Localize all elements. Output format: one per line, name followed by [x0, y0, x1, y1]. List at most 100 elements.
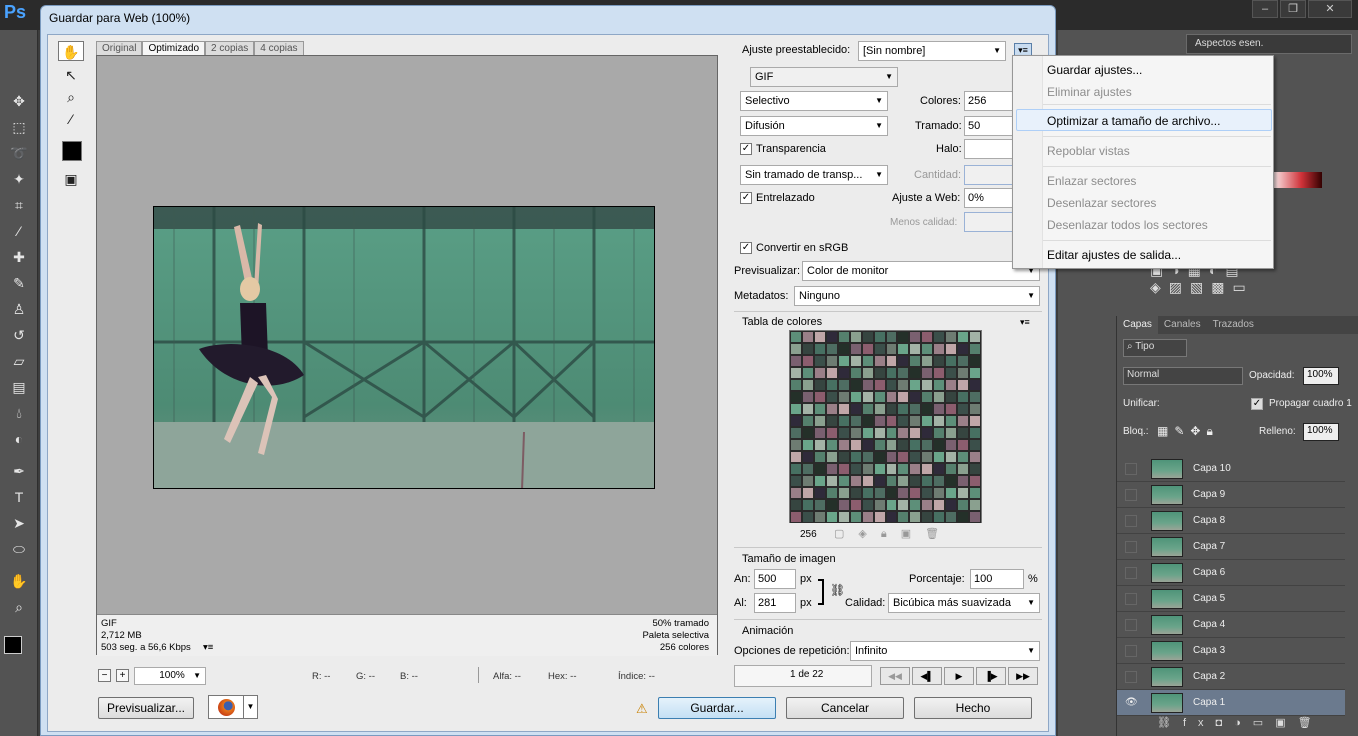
color-swatch[interactable]: [969, 331, 981, 343]
color-swatch[interactable]: [813, 487, 826, 499]
preset-select[interactable]: [Sin nombre]: [858, 41, 1006, 61]
color-swatch[interactable]: [849, 439, 862, 451]
color-swatch[interactable]: [933, 331, 946, 343]
zoom-out-button[interactable]: −: [98, 669, 111, 682]
blur-tool-icon[interactable]: 💧︎: [6, 402, 32, 424]
menu-item-desenlazar-sectores[interactable]: Desenlazar sectores: [1047, 196, 1156, 210]
color-swatch[interactable]: [790, 499, 802, 511]
color-swatch[interactable]: [885, 355, 898, 367]
color-swatch[interactable]: [909, 331, 922, 343]
layer-row[interactable]: Capa 10: [1117, 456, 1345, 482]
menu-item-optimizar[interactable]: Optimizar a tamaño de archivo...: [1047, 114, 1220, 128]
color-swatch[interactable]: [837, 487, 850, 499]
color-swatch[interactable]: [933, 475, 946, 487]
color-swatch[interactable]: [945, 427, 958, 439]
color-swatch[interactable]: [897, 427, 910, 439]
color-swatch[interactable]: [873, 367, 886, 379]
browser-select[interactable]: ▼: [208, 695, 258, 719]
color-table-icons[interactable]: ▢◈🔒︎▣🗑︎: [834, 527, 953, 541]
marquee-tool-icon[interactable]: ⬚: [6, 116, 32, 138]
color-swatch[interactable]: [921, 511, 934, 523]
lock-icons[interactable]: ▦✎✥🔒︎: [1157, 424, 1219, 439]
color-swatch[interactable]: [790, 463, 802, 475]
color-swatch[interactable]: [921, 499, 934, 511]
color-reduction-select[interactable]: Selectivo: [740, 91, 888, 111]
visibility-toggle[interactable]: [1125, 593, 1137, 605]
color-swatch[interactable]: [909, 499, 922, 511]
workspace-select[interactable]: Aspectos esen.: [1186, 34, 1352, 54]
color-swatch[interactable]: [873, 379, 886, 391]
dither-input[interactable]: 50: [964, 116, 1016, 136]
color-swatch[interactable]: [849, 343, 862, 355]
color-swatch[interactable]: [873, 391, 886, 403]
color-swatch[interactable]: [849, 475, 862, 487]
color-swatch[interactable]: [945, 403, 958, 415]
color-swatch[interactable]: [849, 499, 862, 511]
menu-item-repoblar-vistas[interactable]: Repoblar vistas: [1047, 144, 1130, 158]
play-icon[interactable]: ▶: [944, 667, 974, 685]
color-swatch[interactable]: [957, 391, 970, 403]
color-swatch[interactable]: [825, 331, 838, 343]
zoom-tool-icon[interactable]: ⌕: [6, 596, 32, 618]
first-frame-icon[interactable]: ◀◀: [880, 667, 910, 685]
color-swatch[interactable]: [909, 403, 922, 415]
color-swatch[interactable]: [957, 427, 970, 439]
color-swatch[interactable]: [933, 403, 946, 415]
menu-item-guardar-ajustes[interactable]: Guardar ajustes...: [1047, 63, 1142, 77]
color-swatch[interactable]: [945, 379, 958, 391]
color-swatch[interactable]: [837, 475, 850, 487]
color-swatch[interactable]: [801, 367, 814, 379]
color-swatch[interactable]: [849, 487, 862, 499]
color-swatch[interactable]: [969, 439, 981, 451]
visibility-toggle[interactable]: [1125, 515, 1137, 527]
layer-row[interactable]: Capa 9: [1117, 482, 1345, 508]
next-frame-icon[interactable]: ▐▶: [976, 667, 1006, 685]
color-swatch[interactable]: [897, 463, 910, 475]
color-swatch[interactable]: [790, 367, 802, 379]
color-table-menu-icon[interactable]: ▾≡: [1020, 317, 1030, 328]
color-swatch[interactable]: [873, 415, 886, 427]
transparency-checkbox[interactable]: ✓: [740, 143, 752, 155]
color-swatch[interactable]: [885, 343, 898, 355]
color-swatch[interactable]: [921, 379, 934, 391]
color-swatch[interactable]: [909, 451, 922, 463]
color-swatch[interactable]: [933, 391, 946, 403]
color-swatch[interactable]: [813, 355, 826, 367]
color-swatch[interactable]: [957, 331, 970, 343]
color-swatch[interactable]: [909, 379, 922, 391]
color-swatch[interactable]: [813, 511, 826, 523]
color-swatch[interactable]: [921, 367, 934, 379]
color-swatch[interactable]: [861, 499, 874, 511]
done-button[interactable]: Hecho: [914, 697, 1032, 719]
color-swatch[interactable]: [957, 451, 970, 463]
color-swatch[interactable]: [945, 451, 958, 463]
color-swatch[interactable]: [909, 427, 922, 439]
color-swatch[interactable]: [921, 403, 934, 415]
color-swatch[interactable]: [861, 439, 874, 451]
color-swatch[interactable]: [849, 415, 862, 427]
color-swatch[interactable]: [790, 403, 802, 415]
color-swatch[interactable]: [897, 499, 910, 511]
cancel-button[interactable]: Cancelar: [786, 697, 904, 719]
color-swatch[interactable]: [921, 487, 934, 499]
layers-footer-icons[interactable]: ⛓fx◘◑▭▣🗑︎: [1117, 716, 1358, 736]
color-swatch[interactable]: [801, 331, 814, 343]
color-swatch[interactable]: [945, 487, 958, 499]
color-swatch[interactable]: [801, 343, 814, 355]
color-swatch[interactable]: [957, 439, 970, 451]
color-swatch[interactable]: [921, 331, 934, 343]
color-swatch[interactable]: [813, 463, 826, 475]
visibility-toggle[interactable]: [1125, 619, 1137, 631]
hand-tool-icon[interactable]: ✋: [58, 41, 84, 61]
layer-row[interactable]: Capa 2: [1117, 664, 1345, 690]
layer-row[interactable]: Capa 6: [1117, 560, 1345, 586]
color-swatch[interactable]: [813, 475, 826, 487]
hand-tool-icon[interactable]: ✋: [6, 570, 32, 592]
visibility-toggle[interactable]: [1125, 489, 1137, 501]
color-swatch[interactable]: [861, 427, 874, 439]
foreground-color-swatch[interactable]: [4, 636, 22, 654]
color-swatch[interactable]: [861, 451, 874, 463]
color-swatch[interactable]: [801, 427, 814, 439]
color-swatch[interactable]: [861, 367, 874, 379]
opacity-input[interactable]: 100%: [1303, 367, 1339, 385]
